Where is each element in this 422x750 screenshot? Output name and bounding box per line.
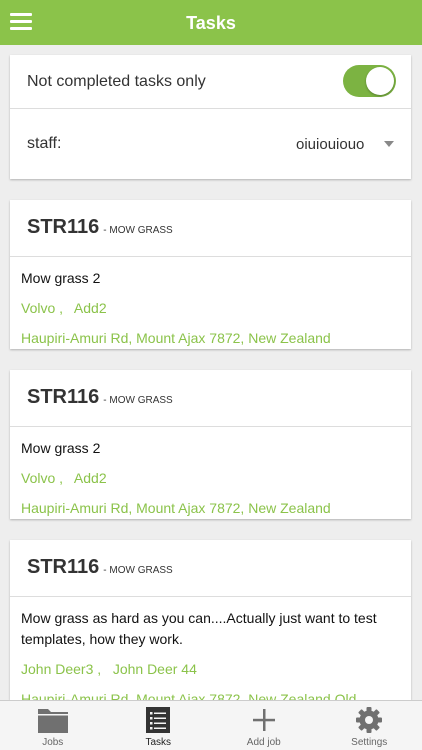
task-card[interactable]: STR116- MOW GRASS Mow grass 2 Volvo , Ad… <box>10 200 411 349</box>
task-address[interactable]: Haupiri-Amuri Rd, Mount Ajax 7872, New Z… <box>21 689 401 700</box>
task-body: Mow grass 2 Volvo , Add2 Haupiri-Amuri R… <box>10 427 411 519</box>
task-description: Mow grass 2 <box>21 270 101 286</box>
dropdown-caret-icon <box>384 141 394 147</box>
staff-select[interactable]: staff: oiuiouiouo <box>10 109 411 179</box>
task-type: - MOW GRASS <box>103 225 173 236</box>
staff-selected-value: oiuiouiouo <box>296 136 365 153</box>
task-header: STR116- MOW GRASS <box>10 540 411 597</box>
task-header: STR116- MOW GRASS <box>10 200 411 257</box>
task-equipment[interactable]: John Deer3 , John Deer 44 <box>21 659 401 680</box>
list-icon <box>146 707 171 733</box>
task-body: Mow grass 2 Volvo , Add2 Haupiri-Amuri R… <box>10 257 411 349</box>
tab-add-job-label: Add job <box>246 737 281 748</box>
task-type: - MOW GRASS <box>103 395 173 406</box>
task-card[interactable]: STR116- MOW GRASS Mow grass as hard as y… <box>10 540 411 700</box>
page-title: Tasks <box>186 13 236 33</box>
task-address[interactable]: Haupiri-Amuri Rd, Mount Ajax 7872, New Z… <box>21 328 401 349</box>
staff-label: staff: <box>27 135 62 152</box>
tab-jobs-label: Jobs <box>42 737 64 748</box>
not-completed-filter-row: Not completed tasks only <box>10 55 411 109</box>
app-header: Tasks <box>0 0 422 45</box>
task-type: - MOW GRASS <box>103 565 173 576</box>
tab-add-job[interactable]: Add job <box>211 701 317 750</box>
tab-settings-label: Settings <box>351 737 388 748</box>
filter-card: Not completed tasks only staff: oiuiouio… <box>10 55 411 179</box>
task-body: Mow grass as hard as you can....Actually… <box>10 597 411 700</box>
task-description: Mow grass 2 <box>21 440 101 456</box>
tab-jobs[interactable]: Jobs <box>0 701 106 750</box>
bottom-tab-bar: Jobs Tasks Add job Settings <box>0 700 422 750</box>
task-code: STR116 <box>27 216 100 238</box>
not-completed-toggle[interactable] <box>343 65 396 97</box>
task-code: STR116 <box>27 556 100 578</box>
task-description: Mow grass as hard as you can....Actually… <box>21 610 377 647</box>
tab-tasks-label: Tasks <box>145 737 172 748</box>
tab-tasks[interactable]: Tasks <box>106 701 212 750</box>
task-header: STR116- MOW GRASS <box>10 370 411 427</box>
not-completed-label: Not completed tasks only <box>27 73 206 90</box>
tab-settings[interactable]: Settings <box>317 701 422 750</box>
gear-icon <box>356 707 383 733</box>
plus-icon <box>252 709 275 731</box>
toggle-knob <box>366 67 394 95</box>
task-code: STR116 <box>27 386 100 408</box>
task-equipment[interactable]: Volvo , Add2 <box>21 298 401 319</box>
task-card[interactable]: STR116- MOW GRASS Mow grass 2 Volvo , Ad… <box>10 370 411 519</box>
task-address[interactable]: Haupiri-Amuri Rd, Mount Ajax 7872, New Z… <box>21 498 401 519</box>
folder-icon <box>37 709 68 733</box>
task-equipment[interactable]: Volvo , Add2 <box>21 468 401 489</box>
